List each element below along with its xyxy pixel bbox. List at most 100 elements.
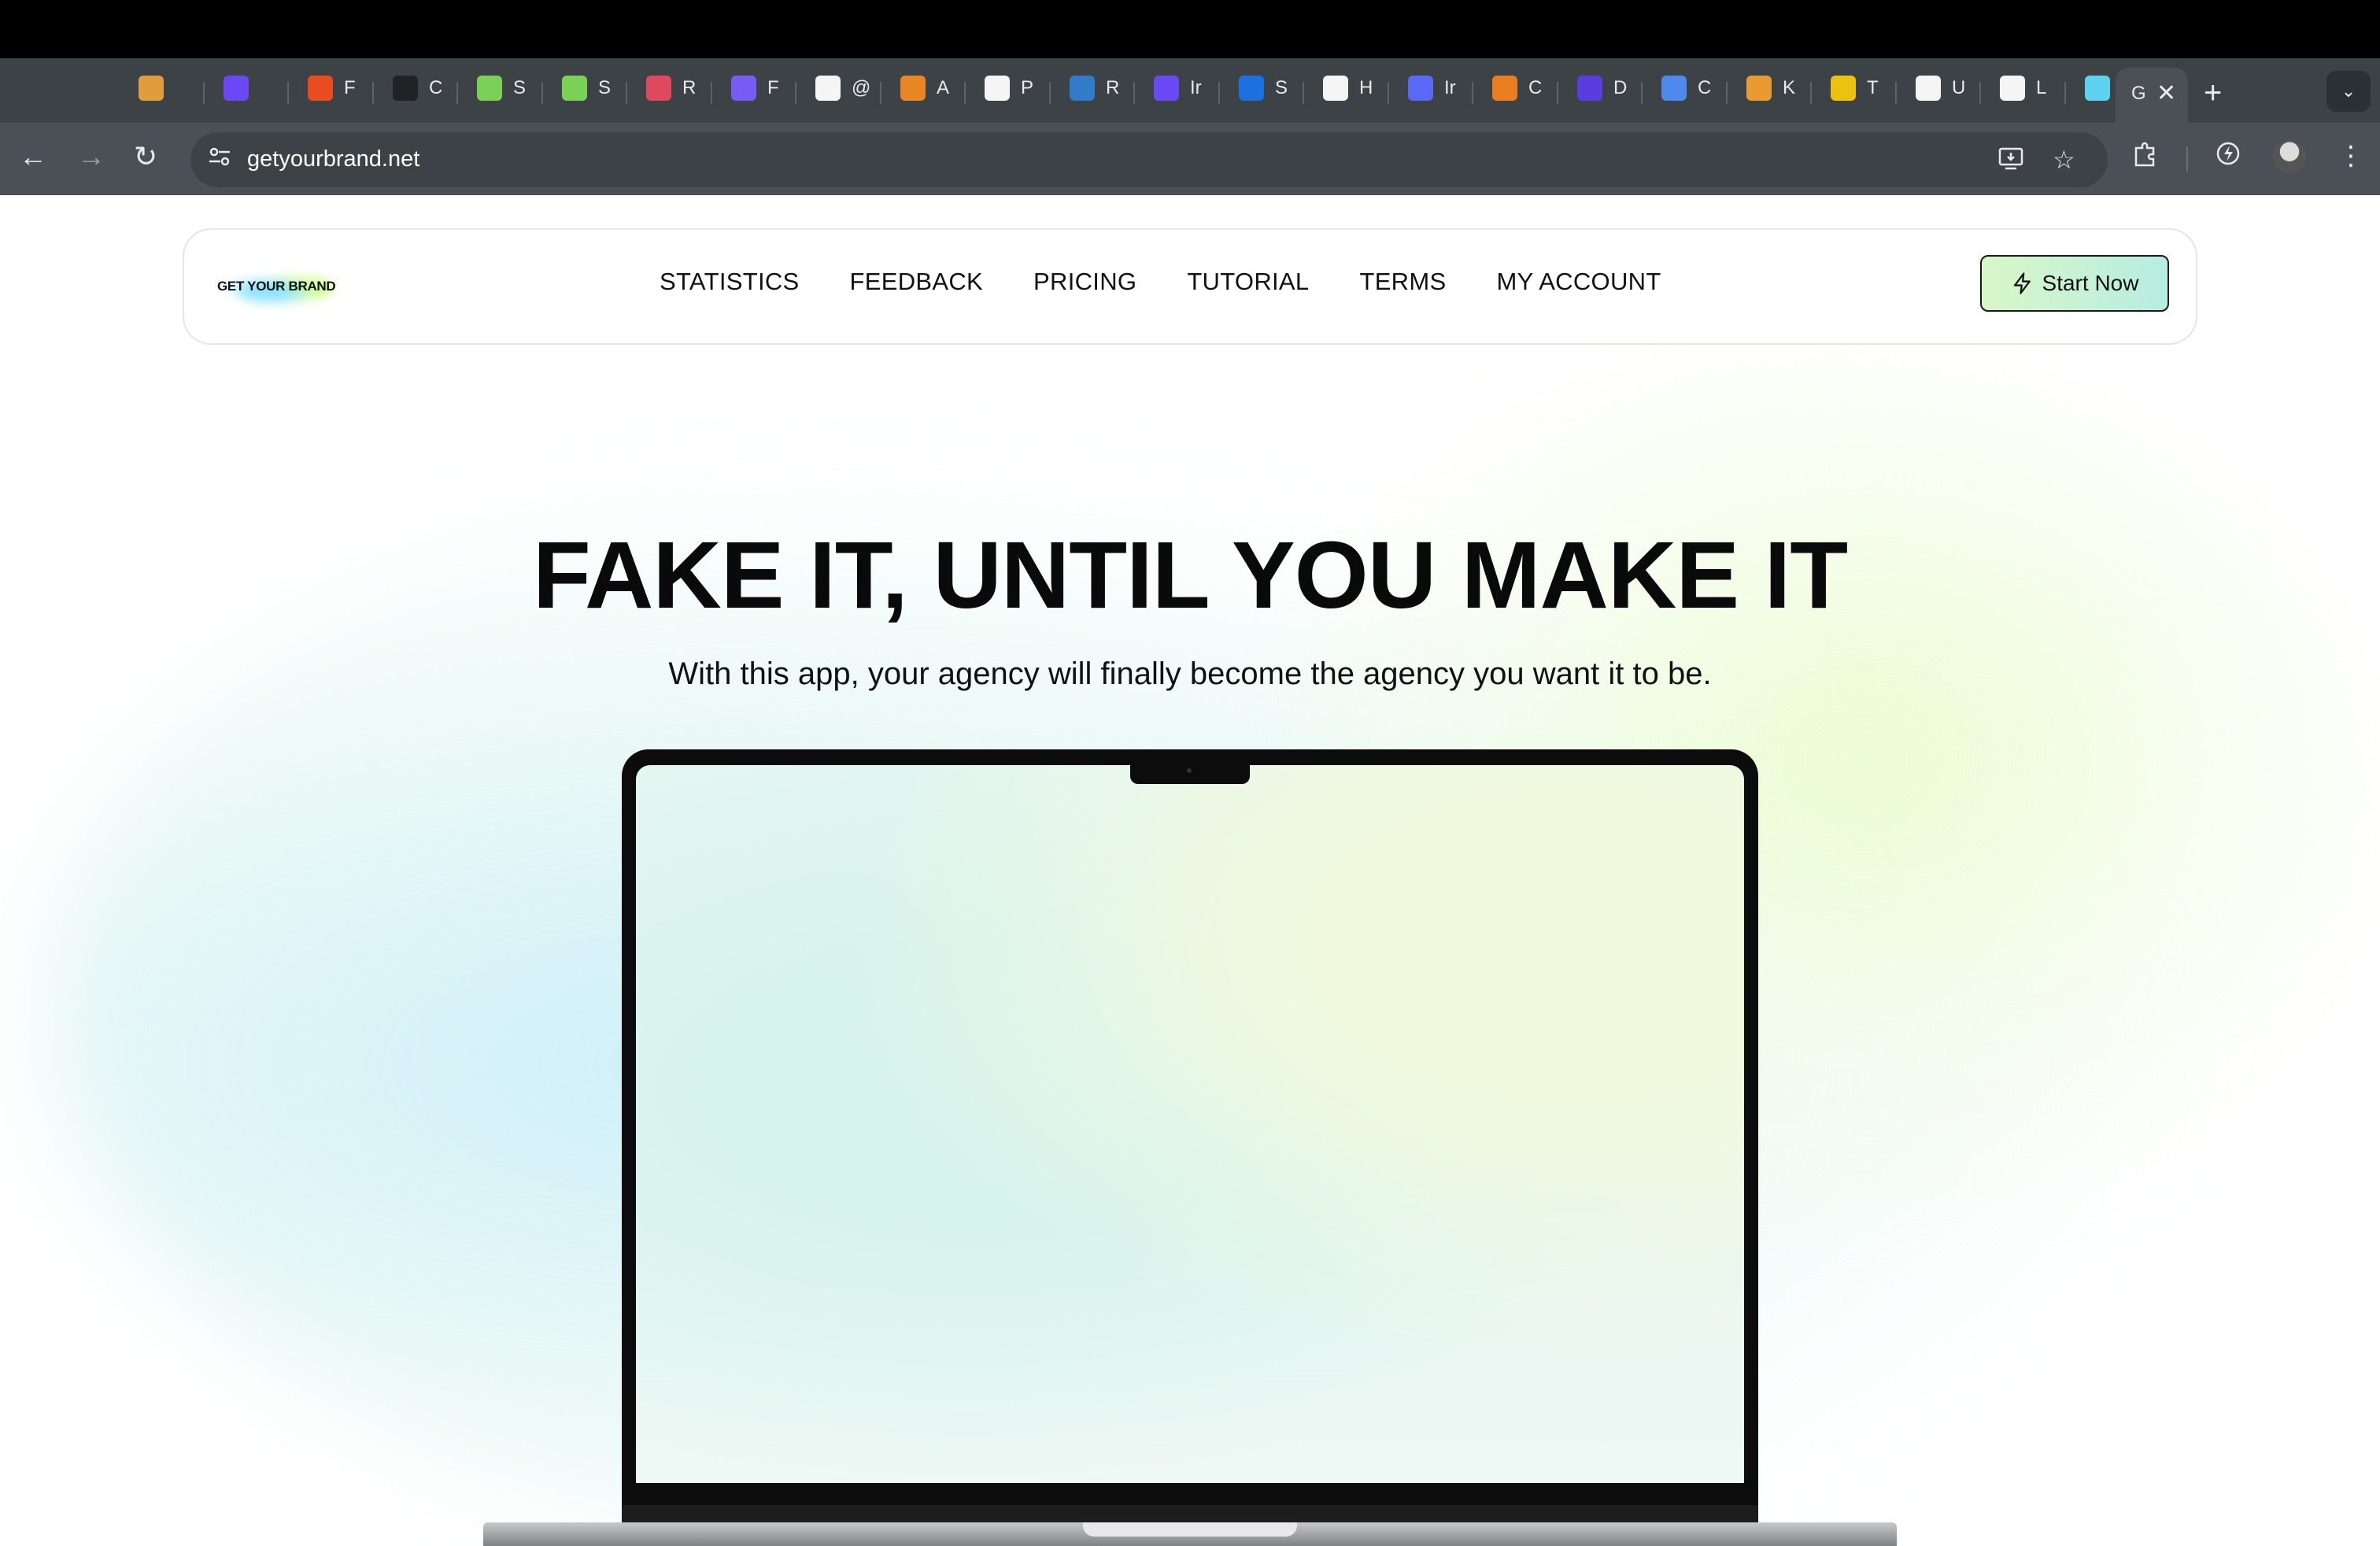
nav-tutorial[interactable]: TUTORIAL [1187,268,1309,296]
tab-title: H [1359,77,1373,98]
tab-separator [711,82,712,104]
tab-title: D [1613,77,1628,98]
tab-separator [1133,82,1135,104]
address-bar[interactable]: getyourbrand.net ☆ [190,132,2108,187]
laptop-base [483,1522,1897,1546]
triangle-icon [2000,76,2025,101]
browser-tab[interactable]: A [900,72,949,104]
browser-tab[interactable]: H [1323,72,1373,104]
browser-tab[interactable]: S [562,72,611,104]
figma-icon [308,76,333,101]
orange-box-icon [900,76,926,101]
browser-tab[interactable]: U [1916,72,1965,104]
macos-menu-bar [0,0,2380,58]
logo-text: GET YOUR BRAND [217,279,336,294]
browser-tab[interactable]: @ [815,72,870,104]
laptop-screen [636,765,1744,1483]
tab-title: C [429,77,443,98]
tab-search-button[interactable]: ⌄ [2326,71,2371,112]
tab-separator [1049,82,1051,104]
tab-title: A [937,77,950,98]
tab-separator [1726,82,1728,104]
browser-tab[interactable]: Ir [1154,72,1202,104]
tab-separator [203,82,205,104]
tab-title: U [1952,77,1966,98]
reload-icon[interactable]: ↻ [134,140,157,173]
active-tab-label: G [2131,83,2146,104]
c-yellow-icon [1831,76,1856,101]
tab-strip: FCSSRF@APRIrSHIrCDCKTULR G ✕ + ⌄ [0,58,2380,123]
browser-tab[interactable]: L [2000,72,2046,104]
nav-statistics[interactable]: STATISTICS [660,268,800,296]
bookmark-star-icon[interactable]: ☆ [2053,145,2075,175]
chevron-down-icon: ⌄ [2341,81,2356,101]
brand-logo[interactable]: GET YOUR BRAND [216,261,342,312]
hero-subtitle: With this app, your agency will finally … [668,656,1712,691]
browser-tab[interactable]: P [985,72,1033,104]
browser-tab[interactable]: R [646,72,696,104]
green-circle-icon [562,76,587,101]
site-info-icon[interactable] [208,145,238,175]
start-now-button[interactable]: Start Now [1980,255,2169,312]
profile-avatar[interactable] [2273,140,2306,173]
tab-separator [1557,82,1558,104]
h-purple-icon [1577,76,1602,101]
tab-separator [287,82,289,104]
play-icon [393,76,418,101]
nav-feedback[interactable]: FEEDBACK [850,268,984,296]
lightning-icon [2013,272,2031,294]
browser-tab[interactable]: F [308,72,356,104]
q-blue-icon [1661,76,1687,101]
browser-tab[interactable]: T [1831,72,1879,104]
forward-icon[interactable]: → [77,140,105,173]
tab-title: R [1106,77,1120,98]
laptop-lip [1083,1522,1297,1537]
browser-tab[interactable]: K [1746,72,1795,104]
c-logo-icon [1154,76,1179,101]
tab-title: F [767,77,779,98]
browser-tab[interactable]: S [1239,72,1288,104]
blue-globe-icon [1070,76,1095,101]
nav-my-account[interactable]: MY ACCOUNT [1496,268,1661,296]
browser-tab[interactable]: Ir [1408,72,1456,104]
url-text: getyourbrand.net [247,146,420,172]
tab-title: S [598,77,612,98]
nav-terms[interactable]: TERMS [1359,268,1446,296]
tab-active[interactable]: G ✕ [2116,68,2188,123]
browser-tab[interactable]: C [1661,72,1711,104]
browser-tab[interactable]: D [1577,72,1627,104]
tab-separator [1641,82,1643,104]
tab-title: Ir [1444,77,1456,98]
install-app-icon[interactable] [1998,145,2024,178]
browser-tab[interactable]: F [731,72,779,104]
close-tab-icon[interactable]: ✕ [2156,80,2176,107]
site-header: GET YOUR BRAND STATISTICS FEEDBACK PRICI… [183,228,2197,345]
performance-icon[interactable] [2215,140,2241,174]
back-icon[interactable]: ← [19,140,47,173]
tab-title: Ir [1190,77,1202,98]
tab-separator [626,82,627,104]
browser-tab[interactable]: C [1492,72,1542,104]
extensions-icon[interactable] [2131,140,2160,176]
laptop-notch [1130,760,1250,784]
tab-separator [964,82,966,104]
new-tab-button[interactable]: + [2204,76,2222,111]
tab-title: S [1275,77,1288,98]
browser-tab[interactable]: C [393,72,442,104]
more-menu-icon[interactable]: ⋮ [2338,140,2364,172]
browser-tab[interactable]: R [1070,72,1119,104]
tab-title: S [513,77,527,98]
laptop-hinge [622,1505,1758,1522]
tab-title: C [1698,77,1712,98]
c-logo-icon [224,76,249,101]
browser-tab[interactable]: S [477,72,526,104]
green-circle-icon [477,76,502,101]
browser-tab[interactable] [224,72,260,104]
k-logo-icon [1746,76,1772,101]
tab-title: R [682,77,697,98]
web-page: GET YOUR BRAND STATISTICS FEEDBACK PRICI… [0,195,2380,1546]
tab-separator [1979,82,1981,104]
browser-tab[interactable] [139,72,175,104]
tab-separator [795,82,796,104]
nav-pricing[interactable]: PRICING [1033,268,1136,296]
